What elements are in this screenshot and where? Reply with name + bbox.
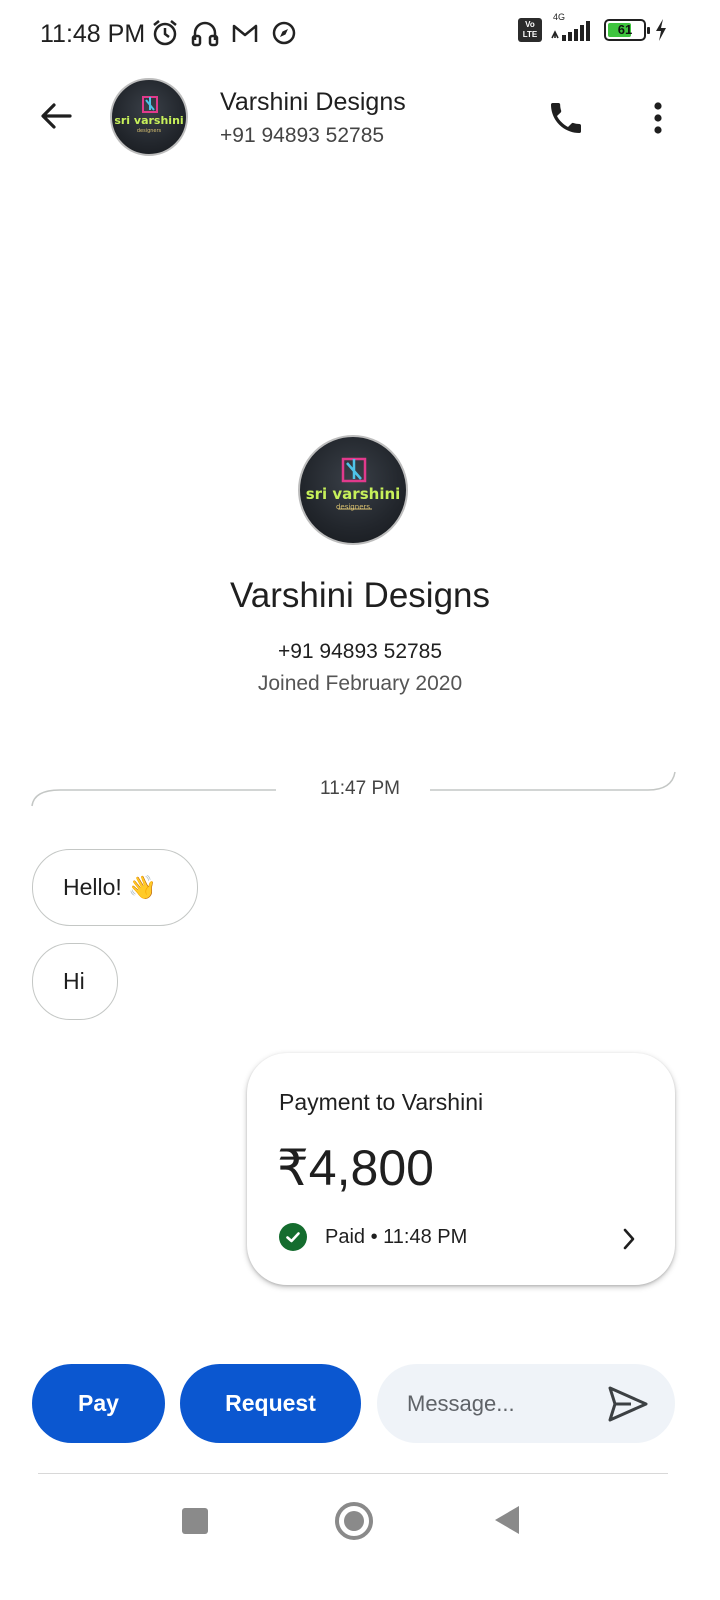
message-compose-box <box>377 1364 675 1443</box>
check-circle-icon <box>279 1223 307 1251</box>
phone-icon <box>551 103 581 133</box>
message-text: Hello! 👋 <box>63 874 157 900</box>
profile-name: Varshini Designs <box>229 576 491 615</box>
payment-status-row: Paid • 11:48 PM <box>279 1223 467 1251</box>
status-system-icons: Vo LTE 4G 61 <box>518 12 668 42</box>
chat-header: sri varshini designers Varshini Designs … <box>0 70 720 170</box>
chevron-right-icon <box>617 1225 641 1253</box>
payment-title: Payment to Varshini <box>279 1089 484 1115</box>
profile-phone: +91 94893 52785 <box>277 640 443 663</box>
compass-icon <box>272 21 296 45</box>
contact-avatar[interactable]: sri varshini designers <box>110 78 188 156</box>
message-input[interactable] <box>407 1384 597 1424</box>
pay-button[interactable]: Pay <box>32 1364 165 1443</box>
time-divider-label: 11:47 PM <box>320 778 400 799</box>
profile-logo-subtext: designers <box>335 503 371 511</box>
avatar-logo-subtext: designers <box>136 128 162 134</box>
alarm-icon <box>153 20 177 46</box>
volte-icon: Vo LTE <box>518 18 542 42</box>
network-type-label: 4G <box>553 12 566 22</box>
payment-card[interactable]: Payment to Varshini ₹4,800 Paid • 11:48 … <box>247 1053 675 1285</box>
profile-avatar[interactable]: sri varshini designers <box>298 435 408 545</box>
status-time: 11:48 PM <box>40 20 146 48</box>
chat-screen: 11:48 PM Vo LTE 4G 61 sri varshini desig… <box>0 0 720 1600</box>
home-circle-icon[interactable] <box>335 1502 373 1540</box>
contact-phone: +91 94893 52785 <box>220 124 385 147</box>
message-bubble-incoming[interactable]: Hi <box>32 943 118 1020</box>
avatar-logo-text: sri varshini <box>114 114 184 127</box>
battery-icon: 61 <box>604 19 650 41</box>
more-vert-icon <box>654 102 662 134</box>
payment-status: Paid • 11:48 PM <box>325 1225 468 1248</box>
message-bubble-incoming[interactable]: Hello! 👋 <box>32 849 198 926</box>
bottom-divider <box>38 1473 668 1474</box>
payment-amount: ₹4,800 <box>277 1140 434 1196</box>
charging-bolt-icon <box>656 19 666 41</box>
back-triangle-icon[interactable] <box>495 1506 519 1534</box>
signal-icon: 4G <box>550 12 596 42</box>
profile-logo-text: sri varshini <box>305 485 401 503</box>
arrow-back-icon <box>41 103 72 129</box>
call-button[interactable] <box>540 92 592 144</box>
send-button[interactable] <box>605 1382 651 1426</box>
battery-level: 61 <box>617 22 633 37</box>
contact-name[interactable]: Varshini Designs <box>220 88 406 117</box>
back-button[interactable] <box>30 90 82 142</box>
time-divider: 11:47 PM <box>0 770 720 810</box>
send-icon <box>608 1386 648 1422</box>
more-options-button[interactable] <box>636 92 680 144</box>
headphones-icon <box>191 21 219 47</box>
profile-joined-date: Joined February 2020 <box>257 672 463 695</box>
request-button[interactable]: Request <box>180 1364 361 1443</box>
recents-square-icon[interactable] <box>182 1508 208 1534</box>
message-text: Hi <box>63 968 85 994</box>
system-navigation-bar <box>0 1480 720 1600</box>
gmail-icon <box>232 24 258 42</box>
status-notification-icons <box>150 18 298 48</box>
status-bar: 11:48 PM Vo LTE 4G 61 <box>0 0 720 70</box>
